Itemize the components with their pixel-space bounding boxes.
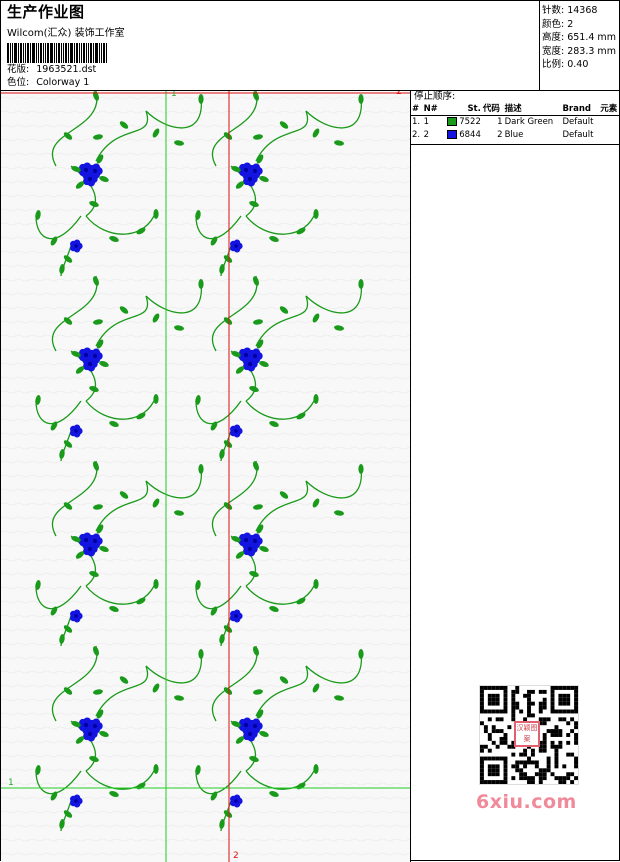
flower-center xyxy=(243,722,249,728)
leaf-stitch xyxy=(198,464,204,474)
row-number: 1 xyxy=(423,117,429,127)
row-stitch-value: 7522 xyxy=(459,117,481,127)
flower-center xyxy=(234,614,238,618)
sheet-title: 生产作业图 xyxy=(7,3,85,21)
embroidery-design-area: 1 2 1 2 xyxy=(1,91,410,862)
watermark-text: 6xiu.com xyxy=(476,791,577,813)
col-number: N# xyxy=(422,103,442,116)
flower-center xyxy=(74,614,78,618)
marker-top-red: 2 xyxy=(396,91,402,97)
flower-center xyxy=(234,429,238,433)
leaf-stitch xyxy=(153,394,159,404)
design-file-row: 花版: 1963521.dst xyxy=(7,64,537,76)
stop-sequence-section: 停止顺序: # N# St. 代码 描述 Brand 元素 1. 1 7522 … xyxy=(411,91,620,145)
flower-center xyxy=(87,546,93,552)
table-row: 1. 1 7522 1 Dark Green Default xyxy=(411,116,620,130)
flower-center xyxy=(83,167,89,173)
design-file-label: 花版: xyxy=(7,64,30,75)
flower-center xyxy=(247,176,253,182)
row-code: 2 xyxy=(497,130,503,140)
col-code: 代码 xyxy=(481,103,504,116)
flower-center xyxy=(243,167,249,173)
row-stitch-value: 6844 xyxy=(459,130,481,140)
leaf-stitch xyxy=(313,394,319,404)
watermark-badge: 汉颖图案 xyxy=(514,721,540,747)
flower-center xyxy=(83,722,89,728)
stitch-count: 针数: 14368 xyxy=(542,5,598,16)
leaf-stitch xyxy=(313,209,319,219)
flower-center xyxy=(74,429,78,433)
design-scale: 比例: 0.40 xyxy=(542,59,589,70)
production-sheet: 生产作业图 Wilcom(汇众) 装饰工作室 花版: 1963521.dst 色… xyxy=(0,0,620,862)
company-name: Wilcom(汇众) 装饰工作室 xyxy=(7,28,125,39)
colorway-row: 色位: Colorway 1 xyxy=(7,77,537,89)
design-height: 高度: 651.4 mm xyxy=(542,32,616,43)
color-swatch xyxy=(447,130,458,139)
watermark: 汉颖图案 6xiu.com xyxy=(471,683,589,823)
stop-sequence-table: # N# St. 代码 描述 Brand 元素 1. 1 7522 1 Dark… xyxy=(411,103,620,142)
col-element: 元素 xyxy=(599,103,620,116)
row-stitches: 6844 xyxy=(441,129,482,142)
header-info: 生产作业图 Wilcom(汇众) 装饰工作室 花版: 1963521.dst 色… xyxy=(7,3,537,91)
leaf-stitch xyxy=(358,649,364,659)
row-number: 2 xyxy=(423,130,429,140)
flower-center xyxy=(74,244,78,248)
barcode xyxy=(7,43,137,63)
col-brand: Brand xyxy=(561,103,600,116)
leaf-stitch xyxy=(153,579,159,589)
marker-left-green: 1 xyxy=(8,778,14,788)
sheet-header: 生产作业图 Wilcom(汇众) 装饰工作室 花版: 1963521.dst 色… xyxy=(1,1,620,91)
stop-table-header: # N# St. 代码 描述 Brand 元素 xyxy=(411,103,620,116)
design-file-value: 1963521.dst xyxy=(36,64,97,75)
leaf-stitch xyxy=(153,209,159,219)
flower-center xyxy=(234,799,238,803)
col-description: 描述 xyxy=(503,103,562,116)
flower-center xyxy=(247,361,253,367)
marker-top-green: 1 xyxy=(171,91,177,99)
leaf-stitch xyxy=(198,94,204,104)
row-brand: Default xyxy=(562,117,594,127)
marker-bottom-red: 2 xyxy=(233,851,239,861)
stop-sequence-title: 停止顺序: xyxy=(414,91,456,102)
leaf-stitch xyxy=(313,764,319,774)
leaf-stitch xyxy=(313,579,319,589)
row-description: Blue xyxy=(504,130,524,140)
flower-center xyxy=(83,537,89,543)
flower-center xyxy=(87,176,93,182)
leaf-stitch xyxy=(198,279,204,289)
leaf-stitch xyxy=(153,764,159,774)
colorway-label: 色位: xyxy=(7,77,30,88)
table-row: 2. 2 6844 2 Blue Default xyxy=(411,129,620,142)
flower-center xyxy=(87,731,93,737)
leaf-stitch xyxy=(198,649,204,659)
leaf-stitch xyxy=(358,94,364,104)
flower-center xyxy=(83,352,89,358)
flower-center xyxy=(74,799,78,803)
stats-box: 针数: 14368 颜色: 2 高度: 651.4 mm 宽度: 283.3 m… xyxy=(539,1,620,91)
row-brand: Default xyxy=(562,130,594,140)
row-element xyxy=(599,129,620,142)
color-swatch xyxy=(447,117,458,126)
leaf-stitch xyxy=(358,464,364,474)
flower-center xyxy=(247,731,253,737)
colorway-value: Colorway 1 xyxy=(36,77,90,88)
flower-center xyxy=(243,352,249,358)
row-index: 1. xyxy=(412,117,421,127)
flower-center xyxy=(87,361,93,367)
flower-center xyxy=(247,546,253,552)
color-count: 颜色: 2 xyxy=(542,18,574,30)
col-index: # xyxy=(411,103,423,116)
row-stitches: 7522 xyxy=(441,116,482,130)
row-index: 2. xyxy=(412,130,421,140)
row-description: Dark Green xyxy=(504,117,554,127)
col-stitches: St. xyxy=(441,103,482,116)
row-code: 1 xyxy=(497,117,503,127)
row-element xyxy=(599,116,620,130)
flower-center xyxy=(243,537,249,543)
flower-center xyxy=(234,244,238,248)
leaf-stitch xyxy=(358,279,364,289)
embroidery-preview: 1 2 1 2 xyxy=(1,91,410,862)
design-width: 宽度: 283.3 mm xyxy=(542,45,616,57)
